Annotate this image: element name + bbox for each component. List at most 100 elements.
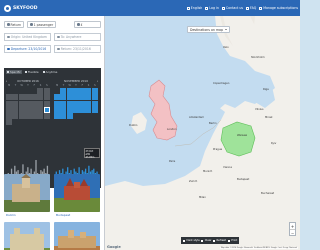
calendar-day[interactable] [37, 94, 44, 101]
calendar-day[interactable] [60, 100, 67, 107]
calendar-day[interactable] [72, 106, 79, 113]
calendar-day[interactable] [43, 113, 50, 120]
calendar-day[interactable] [31, 94, 38, 101]
calendar-icon [57, 47, 60, 51]
city-label: Oslo [223, 46, 229, 49]
result-caption[interactable]: Dublin [6, 213, 16, 217]
zoom-out-button[interactable]: − [290, 230, 295, 237]
return-field[interactable]: Return: 23/11/2016 [54, 45, 101, 53]
nav-language[interactable]: English [186, 6, 202, 10]
calendar-day[interactable] [37, 113, 44, 120]
calendar-day[interactable] [24, 94, 31, 101]
calendar-day[interactable] [37, 88, 44, 94]
calendar-day[interactable] [31, 106, 38, 113]
calendar-day[interactable] [12, 106, 19, 113]
calendar-day[interactable] [79, 94, 86, 101]
calendar-day[interactable] [37, 100, 44, 107]
weekday-header-left: MTWTFSS [6, 84, 50, 87]
origin-field[interactable]: Origin: United Kingdom [4, 33, 51, 41]
calendar-day[interactable] [6, 119, 12, 126]
calendar-day[interactable] [12, 100, 19, 107]
calendar-day[interactable] [66, 94, 73, 101]
calendar-day[interactable] [43, 88, 50, 94]
calendar-day[interactable] [79, 106, 86, 113]
tab-flexible[interactable]: Flexible [24, 70, 40, 74]
calendar-day[interactable] [43, 94, 50, 101]
calendar-day[interactable] [31, 100, 38, 107]
calendar-day[interactable] [54, 100, 60, 107]
calendar-day[interactable] [91, 106, 98, 113]
calendar-day[interactable] [72, 94, 79, 101]
destination-field[interactable]: To: Anywhere [54, 33, 101, 41]
result-thumbnail[interactable] [4, 222, 50, 250]
calendar-day[interactable] [79, 88, 86, 94]
calendar-day[interactable] [18, 113, 25, 120]
calendar-day[interactable] [66, 113, 73, 120]
calendar-day[interactable] [12, 113, 19, 120]
currency-select[interactable]: £ [74, 21, 101, 28]
map-canvas[interactable]: Oslo Stockholm Copenhagen Dublin London … [105, 16, 300, 250]
calendar-day[interactable] [12, 94, 19, 101]
question-icon [246, 6, 250, 10]
calendar-day[interactable] [54, 113, 60, 120]
calendar-day[interactable] [60, 88, 67, 94]
brand[interactable]: SKYFOOD [4, 4, 38, 12]
calendar-day[interactable] [18, 100, 25, 107]
calendar-day[interactable] [54, 94, 60, 101]
calendar-day[interactable] [66, 106, 73, 113]
calendar-day[interactable] [85, 94, 92, 101]
result-thumbnail[interactable] [54, 222, 100, 250]
calendar-day[interactable] [6, 100, 12, 107]
calendar-day[interactable] [24, 100, 31, 107]
trip-type-select[interactable]: Return [4, 21, 25, 28]
brand-name: SKYFOOD [13, 5, 38, 11]
nav-faq[interactable]: FAQ [246, 6, 256, 10]
nav-login[interactable]: Log in [205, 6, 219, 10]
map-tool-refresh[interactable]: Refresh [217, 239, 227, 242]
calendar-day[interactable] [60, 113, 67, 120]
next-month-icon[interactable]: › [97, 79, 98, 83]
destinations-on-map-button[interactable]: Destinations on map [187, 26, 230, 33]
calendar-day[interactable] [85, 88, 92, 94]
calendar-day[interactable] [24, 106, 31, 113]
calendar-day[interactable] [91, 88, 98, 94]
calendar-day[interactable] [6, 94, 12, 101]
calendar-day[interactable] [6, 113, 12, 120]
calendar-day[interactable] [60, 106, 67, 113]
zoom-in-button[interactable]: + [290, 223, 295, 230]
tab-specific[interactable]: Specific [6, 70, 22, 74]
calendar-day[interactable] [18, 106, 25, 113]
result-caption[interactable]: Budapest [56, 213, 70, 217]
calendar-day[interactable] [60, 94, 67, 101]
result-thumbnail[interactable] [4, 174, 50, 212]
calendar-day[interactable] [66, 88, 73, 94]
tab-anytime[interactable]: Anytime [42, 70, 59, 74]
city-label: London [167, 128, 177, 131]
calendar-day[interactable] [72, 100, 79, 107]
map-tool-clear[interactable]: Clear [205, 239, 212, 242]
passengers-select[interactable]: 1 passenger [27, 21, 57, 28]
calendar-day[interactable] [72, 88, 79, 94]
calendar-day[interactable] [31, 113, 38, 120]
result-thumbnail[interactable] [54, 174, 100, 212]
calendar-day[interactable] [85, 100, 92, 107]
calendar-day[interactable] [37, 106, 44, 113]
calendar-day[interactable] [43, 106, 50, 113]
calendar-day[interactable] [79, 100, 86, 107]
calendar-day[interactable] [24, 113, 31, 120]
calendar-day[interactable] [54, 106, 60, 113]
calendar-day[interactable] [85, 106, 92, 113]
nav-contact[interactable]: Contact us [221, 6, 243, 10]
nav-subscriptions[interactable]: Manage subscriptions [259, 6, 298, 10]
calendar-day[interactable] [43, 100, 50, 107]
calendar-day[interactable] [18, 94, 25, 101]
calendar-day[interactable] [66, 100, 73, 107]
top-bar: SKYFOOD English Log in Contact us FAQ Ma… [0, 0, 300, 16]
map-tool-style[interactable]: Dark style [187, 239, 200, 242]
departure-field[interactable]: Departure: 23/10/2016 [4, 45, 51, 53]
calendar-day[interactable] [91, 100, 98, 107]
month-grid-right [54, 88, 98, 120]
calendar-day[interactable] [91, 94, 98, 101]
map-tool-print[interactable]: Print [231, 239, 237, 242]
calendar-day[interactable] [6, 106, 12, 113]
